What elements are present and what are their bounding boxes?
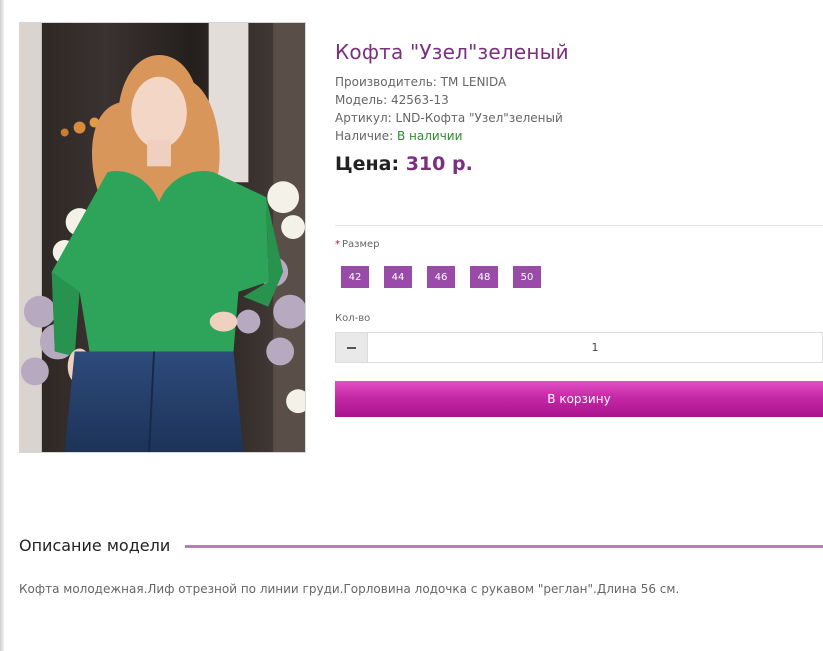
minus-icon — [347, 346, 356, 349]
size-option-46[interactable]: 46 — [427, 266, 455, 288]
price-label: Цена: — [335, 153, 400, 175]
size-option-48[interactable]: 48 — [470, 266, 498, 288]
sku-line: Артикул: LND-Кофта "Узел"зеленый — [335, 111, 563, 125]
size-option-42[interactable]: 42 — [341, 266, 369, 288]
model-value: 42563-13 — [391, 93, 449, 107]
divider — [335, 225, 823, 226]
model-label: Модель: — [335, 93, 388, 107]
description-text: Кофта молодежная.Лиф отрезной по линии г… — [19, 582, 680, 596]
required-mark: * — [335, 239, 340, 250]
quantity-decrease-button[interactable] — [336, 333, 368, 362]
sku-label: Артикул: — [335, 111, 392, 125]
add-to-cart-button[interactable]: В корзину — [335, 381, 823, 417]
manufacturer-label: Производитель: — [335, 75, 437, 89]
availability-label: Наличие: — [335, 129, 394, 143]
model-line: Модель: 42563-13 — [335, 93, 449, 107]
manufacturer-line: Производитель: ТМ LENIDA — [335, 75, 506, 89]
product-photo — [20, 23, 305, 452]
sku-value: LND-Кофта "Узел"зеленый — [395, 111, 563, 125]
size-label-text: Размер — [342, 239, 380, 250]
manufacturer-value[interactable]: ТМ LENIDA — [441, 75, 507, 89]
description-heading-rule — [185, 545, 823, 548]
size-option-50[interactable]: 50 — [513, 266, 541, 288]
size-options: 42 44 46 48 50 — [341, 266, 541, 288]
availability-line: Наличие: В наличии — [335, 129, 462, 143]
quantity-stepper — [335, 332, 823, 363]
size-option-44[interactable]: 44 — [384, 266, 412, 288]
size-label: * Размер — [335, 239, 380, 250]
product-title: Кофта "Узел"зеленый — [335, 40, 569, 64]
availability-value: В наличии — [397, 129, 463, 143]
description-heading: Описание модели — [19, 536, 171, 555]
quantity-input[interactable] — [368, 333, 822, 362]
product-image[interactable] — [19, 22, 306, 453]
page-edge — [0, 0, 4, 651]
quantity-label: Кол-во — [335, 313, 371, 324]
price-value: 310 р. — [405, 153, 473, 175]
price: Цена: 310 р. — [335, 153, 473, 175]
